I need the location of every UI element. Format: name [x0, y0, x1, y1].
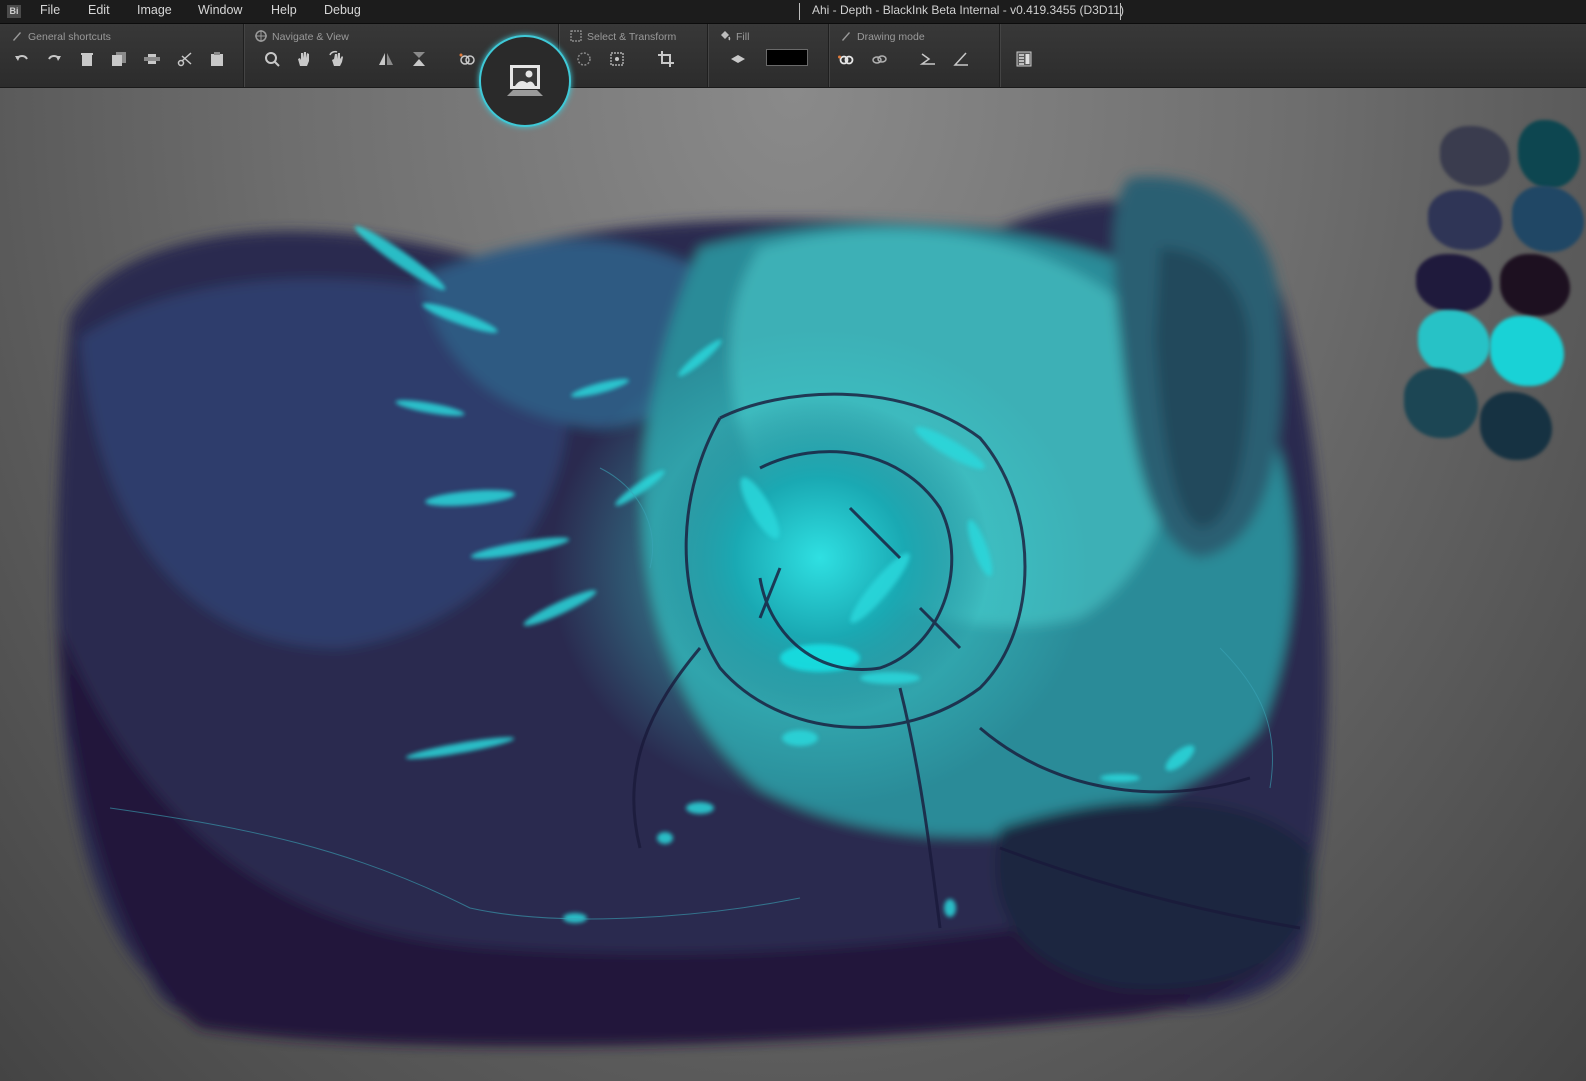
- rotate-view-button[interactable]: [324, 46, 350, 72]
- window-title: Ahi - Depth - BlackInk Beta Internal - v…: [812, 3, 1124, 17]
- undo-icon: [15, 55, 28, 61]
- duplicate-button[interactable]: [106, 46, 132, 72]
- redo-icon: [48, 55, 61, 61]
- transform-select-button[interactable]: [604, 46, 630, 72]
- reference-image-button[interactable]: [454, 46, 480, 72]
- layer-icon: [731, 55, 745, 63]
- chain-icon: [872, 55, 887, 64]
- group-label-fill: Fill: [736, 31, 750, 43]
- cut-button[interactable]: [172, 46, 198, 72]
- stroke-icon: [919, 53, 935, 65]
- rotate-hand-icon: [329, 50, 343, 66]
- hand-icon: [298, 52, 309, 66]
- group-label-navigate: Navigate & View: [272, 31, 349, 43]
- pan-button[interactable]: [291, 46, 317, 72]
- image-icon: [507, 65, 543, 96]
- select-box-icon: [570, 30, 582, 42]
- drawing-canvas[interactable]: [0, 88, 1586, 1081]
- brush-icon: [13, 32, 21, 41]
- redo-button[interactable]: [41, 46, 67, 72]
- flip-horizontal-button[interactable]: [373, 46, 399, 72]
- fill-color-swatch[interactable]: [766, 49, 808, 66]
- group-label-select: Select & Transform: [587, 31, 677, 43]
- trash-icon: [81, 53, 93, 66]
- menu-file[interactable]: File: [40, 3, 60, 17]
- magnifier-icon: [265, 52, 280, 67]
- menu-debug[interactable]: Debug: [324, 3, 361, 17]
- menu-window[interactable]: Window: [198, 3, 242, 17]
- crop-button[interactable]: [653, 46, 679, 72]
- crop-icon: [658, 51, 674, 67]
- flip-icon: [379, 53, 393, 65]
- app-logo: Bi: [7, 5, 21, 18]
- lasso-select-button[interactable]: [571, 46, 597, 72]
- angle-mode-button[interactable]: [948, 46, 974, 72]
- reference-image-highlight[interactable]: [479, 35, 571, 127]
- panels-icon: [1016, 51, 1032, 67]
- group-panels: [1000, 24, 1050, 87]
- title-divider-left: [799, 3, 800, 20]
- delete-button[interactable]: [74, 46, 100, 72]
- artwork: [56, 176, 1328, 1047]
- menu-image[interactable]: Image: [137, 3, 172, 17]
- group-drawing-mode: Drawing mode: [829, 24, 1000, 87]
- paste-button[interactable]: [204, 46, 230, 72]
- group-label-drawing: Drawing mode: [857, 31, 925, 43]
- toolbar: General shortcuts Navigate & View Select…: [0, 24, 1586, 88]
- draw-mode-unlinked-button[interactable]: [866, 46, 892, 72]
- menu-help[interactable]: Help: [271, 3, 297, 17]
- group-general-shortcuts: General shortcuts: [0, 24, 244, 87]
- link-icon: [838, 55, 854, 65]
- clipboard-icon: [211, 52, 223, 66]
- merge-icon: [144, 54, 160, 64]
- angle-icon: [953, 52, 968, 66]
- duplicate-icon: [112, 52, 126, 66]
- flip-vertical-icon: [413, 52, 425, 66]
- group-label-general: General shortcuts: [28, 31, 111, 43]
- panels-toggle-button[interactable]: [1011, 46, 1037, 72]
- stroke-mode-button[interactable]: [915, 46, 941, 72]
- group-fill: Fill: [708, 24, 829, 87]
- flip-vertical-button[interactable]: [406, 46, 432, 72]
- transform-icon: [610, 52, 624, 66]
- group-select-transform: Select & Transform: [559, 24, 708, 87]
- link-eye-icon: [459, 53, 475, 65]
- scissors-icon: [177, 52, 192, 67]
- menu-edit[interactable]: Edit: [88, 3, 110, 17]
- compass-icon: [255, 30, 267, 42]
- undo-button[interactable]: [9, 46, 35, 72]
- draw-mode-linked-button[interactable]: [833, 46, 859, 72]
- zoom-button[interactable]: [259, 46, 285, 72]
- fill-layer-button[interactable]: [725, 46, 751, 72]
- lasso-icon: [577, 52, 591, 66]
- menu-bar: Bi File Edit Image Window Help Debug Ahi…: [0, 0, 1586, 24]
- fill-bucket-icon: [721, 31, 731, 41]
- pen-icon: [842, 32, 850, 41]
- title-divider-right: [1120, 3, 1121, 20]
- merge-button[interactable]: [139, 46, 165, 72]
